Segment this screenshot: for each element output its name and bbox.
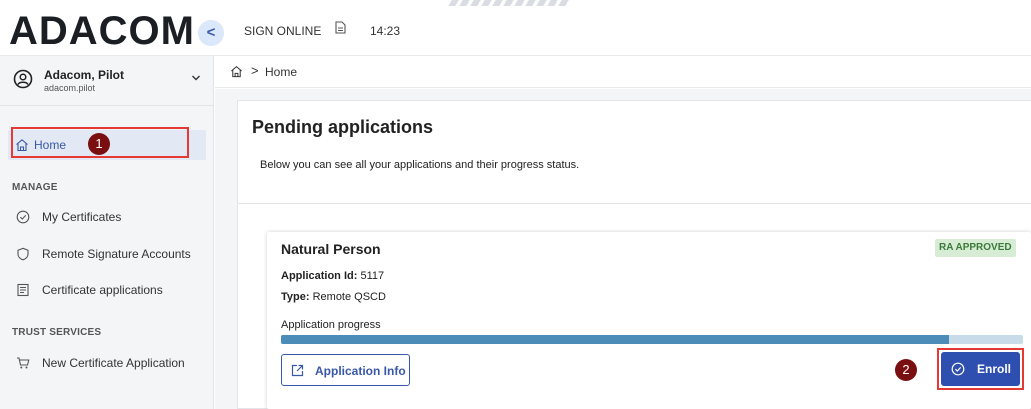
breadcrumb-current: Home bbox=[265, 65, 298, 79]
sidebar-collapse-button[interactable]: < bbox=[198, 20, 224, 46]
check-circle-icon bbox=[951, 362, 965, 376]
enroll-label: Enroll bbox=[977, 362, 1012, 376]
application-card: Natural Person RA APPROVED Application I… bbox=[267, 232, 1031, 409]
application-id-value: 5117 bbox=[360, 270, 385, 282]
adacom-logo: ADACOM bbox=[9, 9, 195, 53]
cart-icon bbox=[17, 357, 30, 369]
document-icon bbox=[335, 21, 346, 34]
application-type-field: Type: Remote QSCD bbox=[281, 291, 386, 303]
sidebar-item-label: Certificate applications bbox=[42, 283, 163, 297]
application-type-value: Remote QSCD bbox=[312, 291, 386, 303]
user-name: Adacom, Pilot bbox=[44, 68, 125, 82]
sign-online-status: SIGN ONLINE bbox=[244, 24, 322, 38]
step-badge-2: 2 bbox=[895, 359, 917, 381]
breadcrumb: > Home bbox=[215, 56, 1031, 88]
check-circle-icon bbox=[16, 210, 30, 224]
document-list-icon bbox=[17, 283, 29, 297]
external-link-icon bbox=[291, 364, 304, 377]
decorative-stripe bbox=[448, 0, 572, 6]
progress-bar-fill bbox=[281, 335, 949, 344]
section-label-manage: MANAGE bbox=[12, 182, 58, 193]
clock-time: 14:23 bbox=[370, 24, 401, 38]
application-type-label: Type: bbox=[281, 291, 310, 303]
user-login: adacom.pilot bbox=[44, 83, 96, 93]
sidebar-item-label: New Certificate Application bbox=[42, 356, 185, 370]
sidebar-item-label: My Certificates bbox=[42, 210, 122, 224]
application-title: Natural Person bbox=[281, 241, 381, 257]
status-badge: RA APPROVED bbox=[935, 239, 1016, 257]
application-info-button[interactable]: Application Info bbox=[281, 354, 410, 386]
step-badge-1: 1 bbox=[88, 133, 110, 155]
user-circle-icon bbox=[13, 69, 33, 89]
application-id-label: Application Id: bbox=[281, 270, 358, 282]
chevron-down-icon[interactable] bbox=[191, 73, 201, 83]
section-label-trust-services: TRUST SERVICES bbox=[12, 327, 102, 338]
progress-bar bbox=[281, 335, 1023, 344]
progress-label: Application progress bbox=[281, 319, 381, 331]
top-bar: ADACOM < SIGN ONLINE 14:23 bbox=[0, 0, 1031, 56]
user-menu[interactable]: Adacom, Pilot adacom.pilot bbox=[0, 56, 213, 106]
sidebar: Adacom, Pilot adacom.pilot Home 1 MANAGE… bbox=[0, 56, 214, 409]
application-id-field: Application Id: 5117 bbox=[281, 270, 384, 282]
breadcrumb-separator: > bbox=[251, 63, 259, 78]
sidebar-item-label: Remote Signature Accounts bbox=[42, 247, 191, 261]
application-info-label: Application Info bbox=[315, 364, 406, 378]
page-subtitle: Below you can see all your applications … bbox=[260, 159, 580, 171]
divider bbox=[238, 203, 1031, 204]
shield-icon bbox=[17, 247, 29, 261]
home-icon[interactable] bbox=[230, 65, 243, 78]
enroll-button[interactable]: Enroll bbox=[941, 352, 1020, 386]
page-title: Pending applications bbox=[252, 117, 434, 137]
